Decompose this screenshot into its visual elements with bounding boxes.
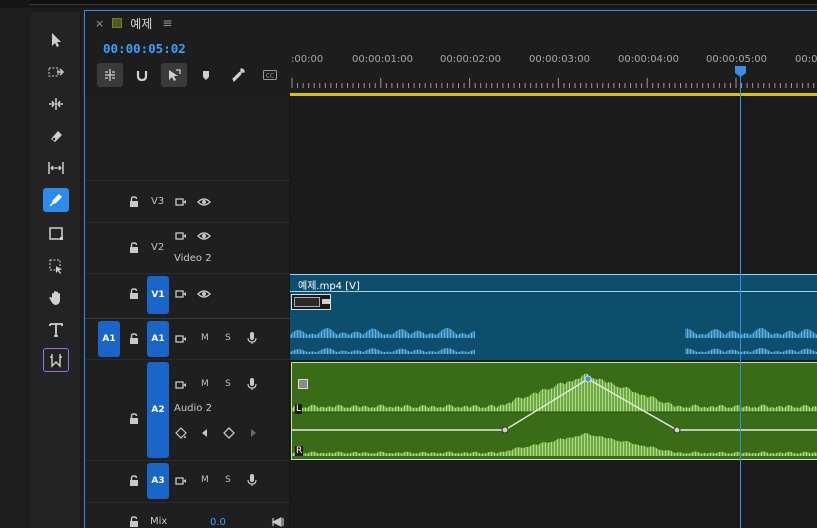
next-keyframe-icon[interactable] (246, 426, 260, 440)
panel-menu-icon[interactable]: ≡ (162, 16, 172, 30)
sync-lock-icon[interactable] (174, 474, 188, 488)
lock-icon[interactable] (127, 241, 141, 255)
hand-tool-icon[interactable] (43, 286, 69, 310)
eye-icon[interactable] (197, 287, 211, 301)
track-select-backward-tool-icon[interactable] (43, 254, 69, 278)
audio-waveform-a2 (291, 373, 817, 456)
eye-icon[interactable] (197, 229, 211, 243)
sync-lock-icon[interactable] (174, 195, 188, 209)
tab-close-button[interactable]: × (95, 17, 104, 30)
pen-tool-icon[interactable] (43, 188, 69, 212)
track-label-v3[interactable]: V3 (151, 196, 164, 207)
solo-button-a1[interactable]: S (225, 333, 231, 343)
mix-volume-value[interactable]: 0.0 (210, 517, 226, 528)
track-target-a1[interactable]: A1 (147, 321, 169, 357)
sync-lock-icon[interactable] (174, 378, 188, 392)
sequence-title: 예제 (130, 16, 153, 31)
linked-selection-button[interactable] (161, 63, 187, 87)
insert-nest-toggle-button[interactable] (97, 63, 123, 87)
snap-magnet-button[interactable] (129, 63, 155, 87)
solo-button-a2[interactable]: S (225, 379, 231, 389)
sequence-color-swatch (112, 18, 123, 28)
add-keyframe-icon[interactable] (222, 426, 236, 440)
playhead-timecode[interactable]: 00:00:05:02 (103, 41, 186, 56)
track-target-a3[interactable]: A3 (147, 463, 169, 499)
solo-button-a3[interactable]: S (225, 475, 231, 485)
timeline-toolbar: CC (97, 63, 283, 87)
video-thumbnail (291, 294, 331, 310)
premiere-timeline-screen: × 예제 ≡ 00:00:05:02 CC:00:00 00:00:01:00… (0, 0, 817, 528)
video-clip-name: 예제.mp4 [V] (298, 281, 360, 292)
lock-icon[interactable] (127, 412, 141, 426)
razor-tool-icon[interactable] (43, 124, 69, 148)
microphone-icon[interactable] (245, 377, 259, 391)
remix-tool-icon[interactable] (43, 348, 69, 372)
lock-icon[interactable] (127, 195, 141, 209)
audio-waveform-a1 (289, 328, 817, 354)
track-lanes[interactable]: 예제.mp4 [V] L R (289, 96, 817, 528)
timeline-panel: × 예제 ≡ 00:00:05:02 CC:00:00 00:00:01:00… (84, 10, 817, 528)
track-target-a2[interactable]: A2 (147, 362, 169, 458)
audio-clip-a2[interactable]: L R (291, 362, 817, 460)
mute-button-a2[interactable]: M (201, 379, 209, 389)
fx-badge-icon (298, 379, 308, 389)
video-clip-v1[interactable]: 예제.mp4 [V] (290, 274, 817, 320)
lock-icon[interactable] (127, 332, 141, 346)
sync-lock-icon[interactable] (174, 229, 188, 243)
tools-panel (31, 12, 81, 528)
sync-lock-icon[interactable] (174, 332, 188, 346)
lock-icon[interactable] (127, 515, 141, 528)
slip-tool-icon[interactable] (43, 156, 69, 180)
go-to-end-icon[interactable] (271, 515, 285, 528)
timeline-settings-wrench-icon[interactable] (225, 63, 251, 87)
top-strip (0, 0, 817, 8)
keyframe-options-icon[interactable] (174, 426, 188, 440)
add-marker-button[interactable] (193, 63, 219, 87)
channel-label-left: L (295, 404, 303, 414)
track-target-v1[interactable]: V1 (147, 276, 169, 314)
track-name-v2[interactable]: Video 2 (174, 253, 212, 264)
source-patch-a1[interactable]: A1 (98, 321, 120, 357)
ripple-edit-tool-icon[interactable] (43, 92, 69, 116)
microphone-icon[interactable] (245, 473, 259, 487)
captions-cc-icon[interactable]: CC (257, 63, 283, 87)
microphone-icon[interactable] (245, 331, 259, 345)
lock-icon[interactable] (127, 287, 141, 301)
track-headers: V3 V2 Video 2 V1 A1 A1 M S A2 M S Audio … (85, 95, 817, 528)
track-select-forward-tool-icon[interactable] (43, 60, 69, 84)
eye-icon[interactable] (197, 195, 211, 209)
mix-track-label: Mix (150, 516, 168, 527)
track-label-v2[interactable]: V2 (151, 242, 164, 253)
timeline-tab[interactable]: × 예제 ≡ (85, 11, 817, 35)
channel-label-right: R (295, 446, 304, 456)
rectangle-tool-icon[interactable] (43, 222, 69, 246)
selection-tool-icon[interactable] (43, 28, 69, 52)
audio-clip-a1[interactable] (289, 320, 817, 360)
sync-lock-icon[interactable] (174, 287, 188, 301)
lock-icon[interactable] (127, 474, 141, 488)
svg-text:CC: CC (266, 73, 274, 80)
type-tool-icon[interactable] (43, 318, 69, 342)
mute-button-a3[interactable]: M (201, 475, 209, 485)
track-name-a2[interactable]: Audio 2 (174, 403, 212, 414)
playhead-line[interactable] (740, 74, 741, 528)
previous-keyframe-icon[interactable] (198, 426, 212, 440)
mute-button-a1[interactable]: M (201, 333, 209, 343)
